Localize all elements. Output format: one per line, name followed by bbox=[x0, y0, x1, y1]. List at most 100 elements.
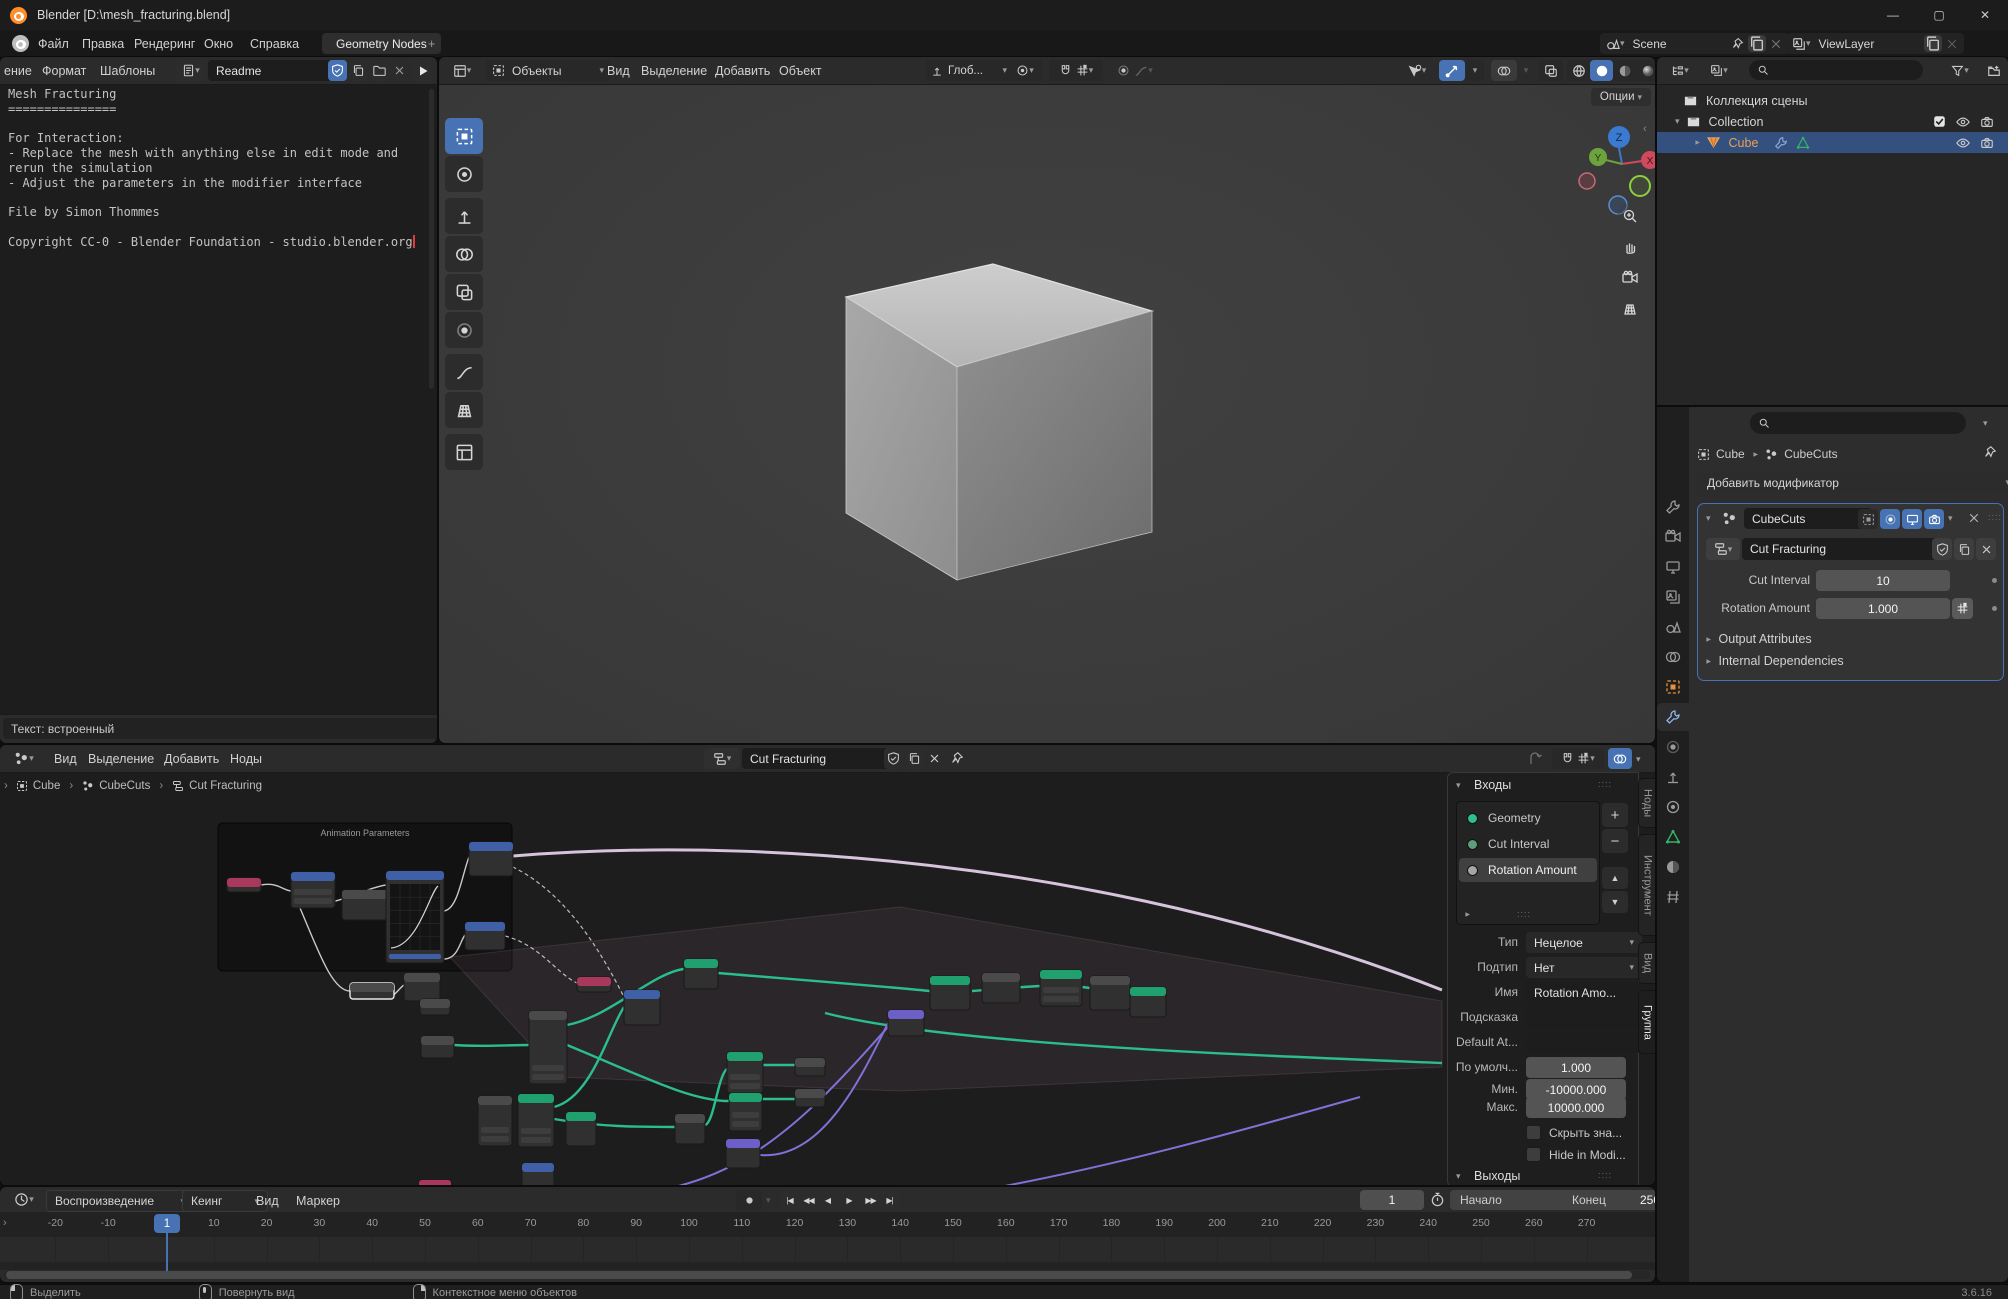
viewlayer-selector[interactable]: ▾ ViewLayer bbox=[1786, 33, 1964, 54]
sidebar-tab-вид[interactable]: Вид bbox=[1638, 942, 1655, 984]
graph-node[interactable] bbox=[419, 1180, 451, 1185]
input-item-rotation-amount[interactable]: Rotation Amount bbox=[1459, 858, 1597, 882]
playback-prev-frame-button[interactable]: ◀ bbox=[818, 1190, 837, 1210]
timeline-menu-3[interactable]: Вид bbox=[252, 1187, 283, 1214]
text-content[interactable]: Mesh Fracturing =============== For Inte… bbox=[8, 87, 413, 250]
close-icon[interactable] bbox=[1770, 38, 1782, 50]
move-input-down-button[interactable]: ▼ bbox=[1602, 891, 1628, 913]
graph-node[interactable] bbox=[421, 1036, 454, 1058]
group-fake-user[interactable] bbox=[884, 748, 903, 769]
modifier-render-display-toggle[interactable] bbox=[1924, 509, 1944, 529]
shading-rendered-button[interactable] bbox=[1636, 60, 1655, 81]
scene-selector[interactable]: ▾ Scene bbox=[1600, 33, 1788, 54]
graph-node[interactable] bbox=[1130, 987, 1166, 1017]
list-expand-icon[interactable]: ▾ bbox=[1462, 912, 1473, 917]
sidebar-tab-ноды[interactable]: Ноды bbox=[1638, 778, 1655, 828]
graph-node[interactable] bbox=[386, 871, 444, 963]
viewport-menu-2[interactable]: Выделение bbox=[637, 57, 711, 84]
unlink-text-button[interactable] bbox=[391, 60, 408, 81]
field-макс-[interactable]: 10000.000 bbox=[1526, 1097, 1626, 1118]
outliner-row-collection[interactable]: ▾Collection bbox=[1657, 111, 2008, 132]
node-editor-menu-4[interactable]: Ноды bbox=[226, 745, 266, 772]
group-unlink[interactable] bbox=[926, 748, 943, 769]
checkbox-icon[interactable] bbox=[1933, 115, 1946, 128]
modifier-field-cut-interval[interactable]: 10 bbox=[1816, 570, 1950, 591]
move-input-up-button[interactable]: ▲ bbox=[1602, 867, 1628, 889]
graph-node[interactable] bbox=[1040, 970, 1082, 1006]
frame-start-field[interactable]: Начало 1 bbox=[1450, 1190, 1580, 1210]
properties-tab-scene[interactable] bbox=[1657, 613, 1689, 641]
pin-icon[interactable] bbox=[1731, 37, 1744, 50]
tool-move-button[interactable] bbox=[445, 198, 483, 234]
node-editor-menu-3[interactable]: Добавить bbox=[160, 745, 223, 772]
properties-tab-physics[interactable] bbox=[1657, 763, 1689, 791]
sidebar-tab-группа[interactable]: Группа bbox=[1638, 990, 1655, 1054]
properties-tab-texture[interactable] bbox=[1657, 883, 1689, 911]
breadcrumb-item[interactable]: CubeCuts bbox=[99, 780, 150, 792]
proportional-edit-button[interactable]: ▾ bbox=[1109, 60, 1161, 81]
mode-selector[interactable]: Объекты ▾ bbox=[485, 60, 611, 81]
graph-node[interactable] bbox=[566, 1112, 596, 1146]
playback-prev-keyframe-button[interactable]: ◀◀ bbox=[799, 1190, 818, 1210]
group-datablock-type[interactable]: ▾ bbox=[704, 748, 740, 769]
viewport-3d[interactable]: ▾ Объекты ▾ Глоб... ▾ ▾ ▾ ▾ ▾ bbox=[439, 57, 1655, 743]
outliner-row-cube[interactable]: ▾Cube bbox=[1657, 132, 2008, 153]
viewport-perspective-toggle-button[interactable] bbox=[1617, 296, 1643, 322]
shading-wireframe-button[interactable] bbox=[1567, 60, 1590, 81]
modifier-extras-icon[interactable]: ▾ bbox=[1948, 513, 1953, 524]
run-script-button[interactable] bbox=[412, 60, 433, 81]
node-snap-toggle[interactable]: ▾ bbox=[1552, 748, 1604, 769]
graph-node[interactable] bbox=[726, 1139, 760, 1168]
open-text-button[interactable] bbox=[370, 60, 389, 81]
tool-annotate-button[interactable] bbox=[445, 354, 483, 390]
shading-material-button[interactable] bbox=[1613, 60, 1636, 81]
fake-user-toggle[interactable] bbox=[328, 60, 347, 81]
node-editor[interactable]: Animation Parameters ▾ ▾ Cut Fracturing … bbox=[0, 745, 1655, 1185]
frame-end-field[interactable]: Конец 250 bbox=[1562, 1190, 1655, 1210]
text-datablock-name[interactable]: Readme bbox=[208, 60, 342, 81]
field-hide-in-modi---[interactable]: Hide in Modi... bbox=[1526, 1147, 1626, 1162]
playback-next-keyframe-button[interactable]: ▶▶ bbox=[861, 1190, 880, 1210]
snap-toggle[interactable]: ▾ bbox=[1049, 60, 1103, 81]
chevron-down-icon[interactable]: ▾ bbox=[766, 1195, 771, 1206]
current-frame-field[interactable]: 1 bbox=[1360, 1190, 1424, 1210]
graph-node[interactable] bbox=[624, 990, 660, 1025]
panel-collapse-icon[interactable]: ▾ bbox=[1706, 513, 1711, 524]
auto-keying-toggle[interactable] bbox=[736, 1190, 762, 1210]
field-тип[interactable]: Нецелое▾ bbox=[1526, 932, 1642, 953]
graph-node[interactable] bbox=[522, 1163, 554, 1185]
expand-icon[interactable]: ▾ bbox=[1692, 140, 1703, 145]
animate-dot[interactable] bbox=[1992, 578, 1997, 583]
graph-node[interactable] bbox=[930, 976, 970, 1010]
gizmos-dropdown[interactable]: ▾ bbox=[1466, 60, 1484, 81]
text-datablock-icon[interactable]: ▾ bbox=[176, 60, 206, 81]
camera-icon[interactable] bbox=[1980, 136, 1994, 150]
outliner-display-mode[interactable]: ▾ bbox=[1662, 60, 1698, 81]
properties-tab-material[interactable] bbox=[1657, 853, 1689, 881]
timeline-menu-4[interactable]: Маркер bbox=[292, 1187, 344, 1214]
node-editor-menu-2[interactable]: Выделение bbox=[84, 745, 158, 772]
gizmos-toggle[interactable] bbox=[1439, 60, 1465, 81]
outliner-row-scene-collection[interactable]: Коллекция сцены bbox=[1657, 90, 2008, 111]
panel-collapse-icon[interactable]: ▾ bbox=[1456, 780, 1461, 791]
new-collection-button[interactable] bbox=[1983, 60, 2005, 81]
titlebar-minimize-button[interactable]: — bbox=[1870, 0, 1916, 30]
node-editor-menu-1[interactable]: Вид bbox=[50, 745, 81, 772]
pin-icon[interactable] bbox=[950, 751, 964, 765]
graph-node[interactable] bbox=[350, 983, 394, 999]
properties-tab-modifier[interactable] bbox=[1657, 703, 1689, 731]
overlays-dropdown[interactable]: ▾ bbox=[1518, 60, 1534, 81]
graph-node[interactable] bbox=[404, 973, 440, 1001]
tool-transform-button[interactable] bbox=[445, 312, 483, 348]
timeline-ruler[interactable] bbox=[0, 1212, 1655, 1237]
graph-node[interactable] bbox=[982, 973, 1020, 1003]
camera-icon[interactable] bbox=[1980, 115, 1994, 129]
add-modifier-button[interactable]: Добавить модификатор ▾ bbox=[1697, 471, 2008, 494]
modifier-name-field[interactable]: CubeCuts bbox=[1744, 508, 1872, 529]
modifier-subpanel-internal-dependencies[interactable]: ▾Internal Dependencies bbox=[1706, 654, 1844, 668]
viewport-menu-3[interactable]: Добавить bbox=[711, 57, 774, 84]
topbar-menu-4[interactable]: Окно bbox=[200, 30, 237, 57]
xray-toggle[interactable] bbox=[1539, 60, 1563, 81]
transform-orientation[interactable]: Глоб... ▾ bbox=[925, 60, 1013, 81]
timeline-menu-1[interactable]: Воспроизведение▾ bbox=[46, 1190, 194, 1212]
